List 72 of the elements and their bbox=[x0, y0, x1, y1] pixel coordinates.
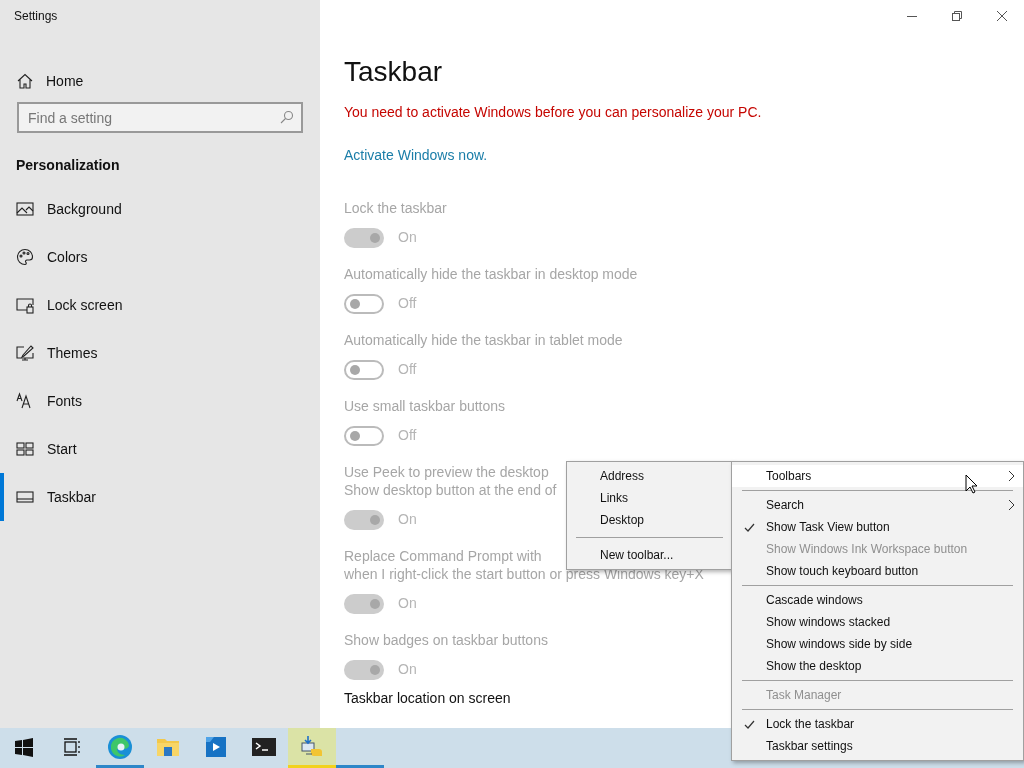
home-link[interactable]: Home bbox=[17, 71, 84, 91]
nav-item[interactable]: Taskbar bbox=[0, 473, 320, 521]
start-icon bbox=[16, 440, 34, 458]
nav-label: Lock screen bbox=[47, 295, 123, 315]
nav-label: Fonts bbox=[47, 391, 82, 411]
menu-item[interactable]: Desktop bbox=[567, 509, 732, 531]
nav-label: Themes bbox=[47, 343, 98, 363]
setting-label: Replace Command Prompt with bbox=[344, 547, 542, 565]
section-label: Taskbar location on screen bbox=[344, 689, 511, 707]
lock-screen-icon bbox=[16, 296, 34, 314]
minimize-icon bbox=[906, 15, 917, 17]
setting-label: Use small taskbar buttons bbox=[344, 397, 506, 415]
setting-label: Use Peek to preview the desktop bbox=[344, 463, 549, 481]
search-field[interactable]: Find a setting bbox=[17, 102, 303, 133]
setting-label: Show badges on taskbar buttons bbox=[344, 631, 548, 649]
task-view-icon bbox=[62, 736, 82, 757]
browser-icon bbox=[107, 733, 133, 760]
toggle-state: Off bbox=[398, 360, 417, 379]
nav-item[interactable]: Start bbox=[0, 425, 320, 473]
fonts-icon bbox=[16, 392, 34, 410]
taskbar-icon bbox=[16, 488, 34, 506]
menu-item[interactable]: Show the desktop bbox=[732, 655, 1023, 677]
menu-item[interactable]: Show Task View button bbox=[732, 516, 1023, 538]
restore-icon bbox=[951, 11, 962, 21]
menu-item[interactable]: Show windows side by side bbox=[732, 633, 1023, 655]
menu-item[interactable]: Cascade windows bbox=[732, 589, 1023, 611]
nav-item[interactable]: Fonts bbox=[0, 377, 320, 425]
page-title: Taskbar bbox=[344, 55, 443, 89]
palette-icon bbox=[16, 248, 34, 266]
toggle-state: Off bbox=[398, 426, 417, 445]
toggle-state: On bbox=[398, 228, 417, 247]
toggle-state: On bbox=[398, 660, 417, 679]
nav-label: Background bbox=[47, 199, 122, 219]
nav-item[interactable]: Lock screen bbox=[0, 281, 320, 329]
mouse-pointer-icon bbox=[965, 474, 978, 494]
chevron-right-icon bbox=[1008, 470, 1015, 482]
themes-icon bbox=[16, 344, 34, 362]
menu-item[interactable]: Toolbars bbox=[732, 465, 1023, 487]
menu-item[interactable]: Lock the taskbar bbox=[732, 713, 1023, 735]
nav-item[interactable]: Colors bbox=[0, 233, 320, 281]
windows-logo-icon bbox=[14, 736, 34, 757]
menu-item[interactable]: Search bbox=[732, 494, 1023, 516]
nav-item[interactable]: Themes bbox=[0, 329, 320, 377]
setting-label: Show desktop button at the end of bbox=[344, 481, 557, 499]
home-icon bbox=[17, 73, 33, 89]
menu-item[interactable]: Show windows stacked bbox=[732, 611, 1023, 633]
setting-label: Automatically hide the taskbar in tablet mode bbox=[344, 331, 623, 349]
menu-item[interactable]: New toolbar... bbox=[567, 544, 732, 566]
activation-warning: You need to activate Windows before you can personalize your PC. bbox=[344, 103, 762, 121]
menu-item[interactable]: Address bbox=[567, 465, 732, 487]
menu-item[interactable]: Show touch keyboard button bbox=[732, 560, 1023, 582]
video-player-icon bbox=[205, 735, 227, 758]
nav-item[interactable]: Background bbox=[0, 185, 320, 233]
menu-item[interactable]: Taskbar settings bbox=[732, 735, 1023, 757]
nav-label: Start bbox=[47, 439, 77, 459]
window-title: Settings bbox=[14, 9, 58, 23]
toggle-state: On bbox=[398, 510, 417, 529]
section-heading: Personalization bbox=[16, 156, 120, 174]
terminal-icon bbox=[252, 737, 276, 756]
nav-label: Taskbar bbox=[47, 487, 97, 507]
setting-label: Automatically hide the taskbar in desktop mode bbox=[344, 265, 638, 283]
image-icon bbox=[16, 200, 34, 218]
close-icon bbox=[996, 11, 1007, 21]
search-icon bbox=[280, 110, 294, 124]
menu-item[interactable]: Links bbox=[567, 487, 732, 509]
installer-icon bbox=[300, 734, 324, 759]
setting-label: Lock the taskbar bbox=[344, 199, 447, 217]
chevron-right-icon bbox=[1008, 499, 1015, 511]
toggle-state: On bbox=[398, 594, 417, 613]
activate-link[interactable]: Activate Windows now. bbox=[344, 146, 488, 164]
toggle-state: Off bbox=[398, 294, 417, 313]
nav-label: Colors bbox=[47, 247, 88, 267]
